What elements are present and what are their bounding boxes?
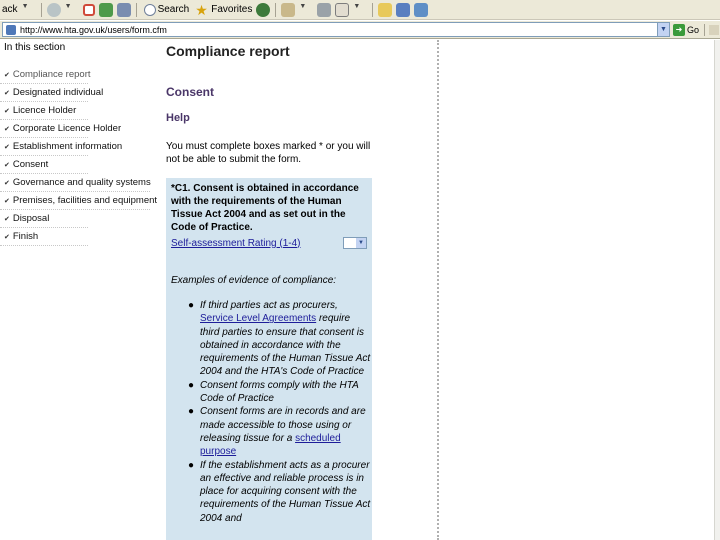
- nav-item-finish[interactable]: ✔ Finish: [0, 228, 88, 246]
- address-dropdown-icon[interactable]: ▼: [657, 23, 669, 36]
- evidence-text: If third parties act as procurers,: [200, 300, 338, 311]
- go-button[interactable]: ➜ Go: [673, 23, 699, 37]
- search-button[interactable]: Search: [140, 1, 192, 19]
- bullet-icon: ●: [188, 379, 195, 391]
- service-level-agreements-link[interactable]: Service Level Agreements: [200, 313, 316, 324]
- nav-item-governance-and-quality-systems[interactable]: ✔ Governance and quality systems: [0, 174, 151, 192]
- toolbar-separator: [135, 2, 137, 17]
- section-nav-list: ✔ Compliance report ✔ Designated individ…: [0, 66, 160, 246]
- toolbar-separator: [40, 2, 42, 17]
- check-icon: ✔: [4, 161, 10, 169]
- nav-item-compliance-report[interactable]: ✔ Compliance report: [0, 66, 91, 84]
- question-title: *C1. Consent is obtained in accordance w…: [171, 183, 359, 233]
- research-icon[interactable]: [414, 2, 429, 17]
- question-panel: *C1. Consent is obtained in accordance w…: [166, 178, 372, 540]
- folder-icon[interactable]: [378, 2, 393, 17]
- mail-icon[interactable]: [281, 2, 296, 17]
- list-item: ● If third parties act as procurers, Ser…: [171, 299, 371, 379]
- back-button[interactable]: ack: [0, 1, 20, 19]
- help-title: Help: [166, 112, 190, 124]
- messenger-icon[interactable]: [396, 2, 411, 17]
- rating-row: Self-assessment Rating (1-4) ▼: [171, 237, 367, 249]
- evidence-text: If the establishment acts as a procurer …: [200, 459, 371, 524]
- nav-item-label: Consent: [12, 159, 49, 170]
- refresh-icon[interactable]: [98, 2, 113, 17]
- nav-item-label: Licence Holder: [12, 105, 77, 116]
- history-icon[interactable]: [256, 2, 271, 17]
- check-icon: ✔: [4, 125, 10, 133]
- nav-item-label: Designated individual: [12, 87, 104, 98]
- print-icon[interactable]: [317, 2, 332, 17]
- check-icon: ✔: [4, 233, 10, 241]
- search-button-label: Search: [157, 4, 190, 15]
- bullet-icon: ●: [188, 459, 195, 471]
- back-dropdown-icon[interactable]: ▼: [22, 3, 36, 17]
- go-button-label: Go: [687, 25, 700, 35]
- mail-dropdown-icon[interactable]: ▼: [299, 3, 313, 17]
- evidence-list: ● If third parties act as procurers, Ser…: [171, 299, 371, 525]
- address-url[interactable]: http://www.hta.gov.uk/users/form.cfm: [20, 25, 167, 35]
- nav-item-corporate-licence-holder[interactable]: ✔ Corporate Licence Holder: [0, 120, 121, 138]
- chevron-down-icon[interactable]: ▼: [356, 238, 366, 248]
- nav-item-label: Finish: [12, 231, 39, 242]
- search-icon: [143, 3, 156, 16]
- section-title: Consent: [166, 85, 214, 99]
- nav-item-licence-holder[interactable]: ✔ Licence Holder: [0, 102, 88, 120]
- go-arrow-icon: ➜: [673, 24, 685, 36]
- check-icon: ✔: [4, 179, 10, 187]
- section-nav-heading: In this section: [4, 42, 66, 53]
- check-icon: ✔: [4, 197, 10, 205]
- self-assessment-rating-link[interactable]: Self-assessment Rating (1-4): [171, 238, 301, 249]
- toolbar-separator: [372, 2, 374, 17]
- list-item: ● Consent forms are in records and are m…: [171, 405, 371, 458]
- address-bar: http://www.hta.gov.uk/users/form.cfm ▼ ➜…: [0, 21, 720, 39]
- nav-item-label: Governance and quality systems: [12, 177, 151, 188]
- instruction-text: You must complete boxes marked * or you …: [166, 141, 371, 165]
- bullet-icon: ●: [188, 406, 195, 418]
- rating-select[interactable]: ▼: [343, 237, 367, 249]
- links-icon[interactable]: [709, 25, 719, 35]
- nav-item-label: Premises, facilities and equipment: [12, 195, 158, 206]
- list-item: ● If the establishment acts as a procure…: [171, 459, 371, 525]
- home-icon[interactable]: [116, 2, 131, 17]
- nav-item-premises-facilities-and-equipment[interactable]: ✔ Premises, facilities and equipment: [0, 192, 157, 210]
- check-icon: ✔: [4, 71, 10, 79]
- scrollbar[interactable]: [714, 40, 720, 540]
- nav-item-establishment-information[interactable]: ✔ Establishment information: [0, 138, 122, 156]
- evidence-text: Consent forms are in records and are mad…: [200, 406, 366, 444]
- stop-icon[interactable]: [82, 3, 95, 16]
- favorites-button[interactable]: ★ Favorites: [191, 1, 254, 19]
- links-separator: [704, 24, 705, 36]
- page-icon: [6, 24, 16, 35]
- page-title: Compliance report: [166, 43, 290, 59]
- nav-item-consent[interactable]: ✔ Consent: [0, 156, 88, 174]
- star-icon: ★: [195, 1, 208, 18]
- evidence-text: Consent forms comply with the HTA Code o…: [200, 379, 359, 405]
- column-divider: [437, 40, 439, 540]
- check-icon: ✔: [4, 89, 10, 97]
- check-icon: ✔: [4, 107, 10, 115]
- nav-item-designated-individual[interactable]: ✔ Designated individual: [0, 84, 103, 102]
- check-icon: ✔: [4, 143, 10, 151]
- nav-item-label: Establishment information: [12, 141, 123, 152]
- nav-item-label: Corporate Licence Holder: [12, 123, 122, 134]
- nav-item-disposal[interactable]: ✔ Disposal: [0, 210, 88, 228]
- favorites-button-label: Favorites: [211, 4, 253, 15]
- address-input[interactable]: http://www.hta.gov.uk/users/form.cfm ▼: [2, 22, 670, 37]
- back-button-label: ack: [2, 4, 18, 15]
- toolbar-separator: [275, 2, 277, 17]
- forward-icon[interactable]: [46, 2, 61, 17]
- nav-item-label: Disposal: [12, 213, 50, 224]
- list-item: ● Consent forms comply with the HTA Code…: [171, 379, 371, 406]
- check-icon: ✔: [4, 215, 10, 223]
- edit-dropdown-icon[interactable]: ▼: [353, 3, 367, 17]
- examples-title: Examples of evidence of compliance:: [171, 275, 337, 286]
- browser-toolbar: ack ▼ ▼ Search ★ Favorites ▼ ▼: [0, 0, 720, 20]
- forward-dropdown-icon[interactable]: ▼: [65, 3, 79, 17]
- nav-item-label: Compliance report: [12, 69, 91, 80]
- bullet-icon: ●: [188, 300, 195, 311]
- edit-icon[interactable]: [335, 2, 350, 17]
